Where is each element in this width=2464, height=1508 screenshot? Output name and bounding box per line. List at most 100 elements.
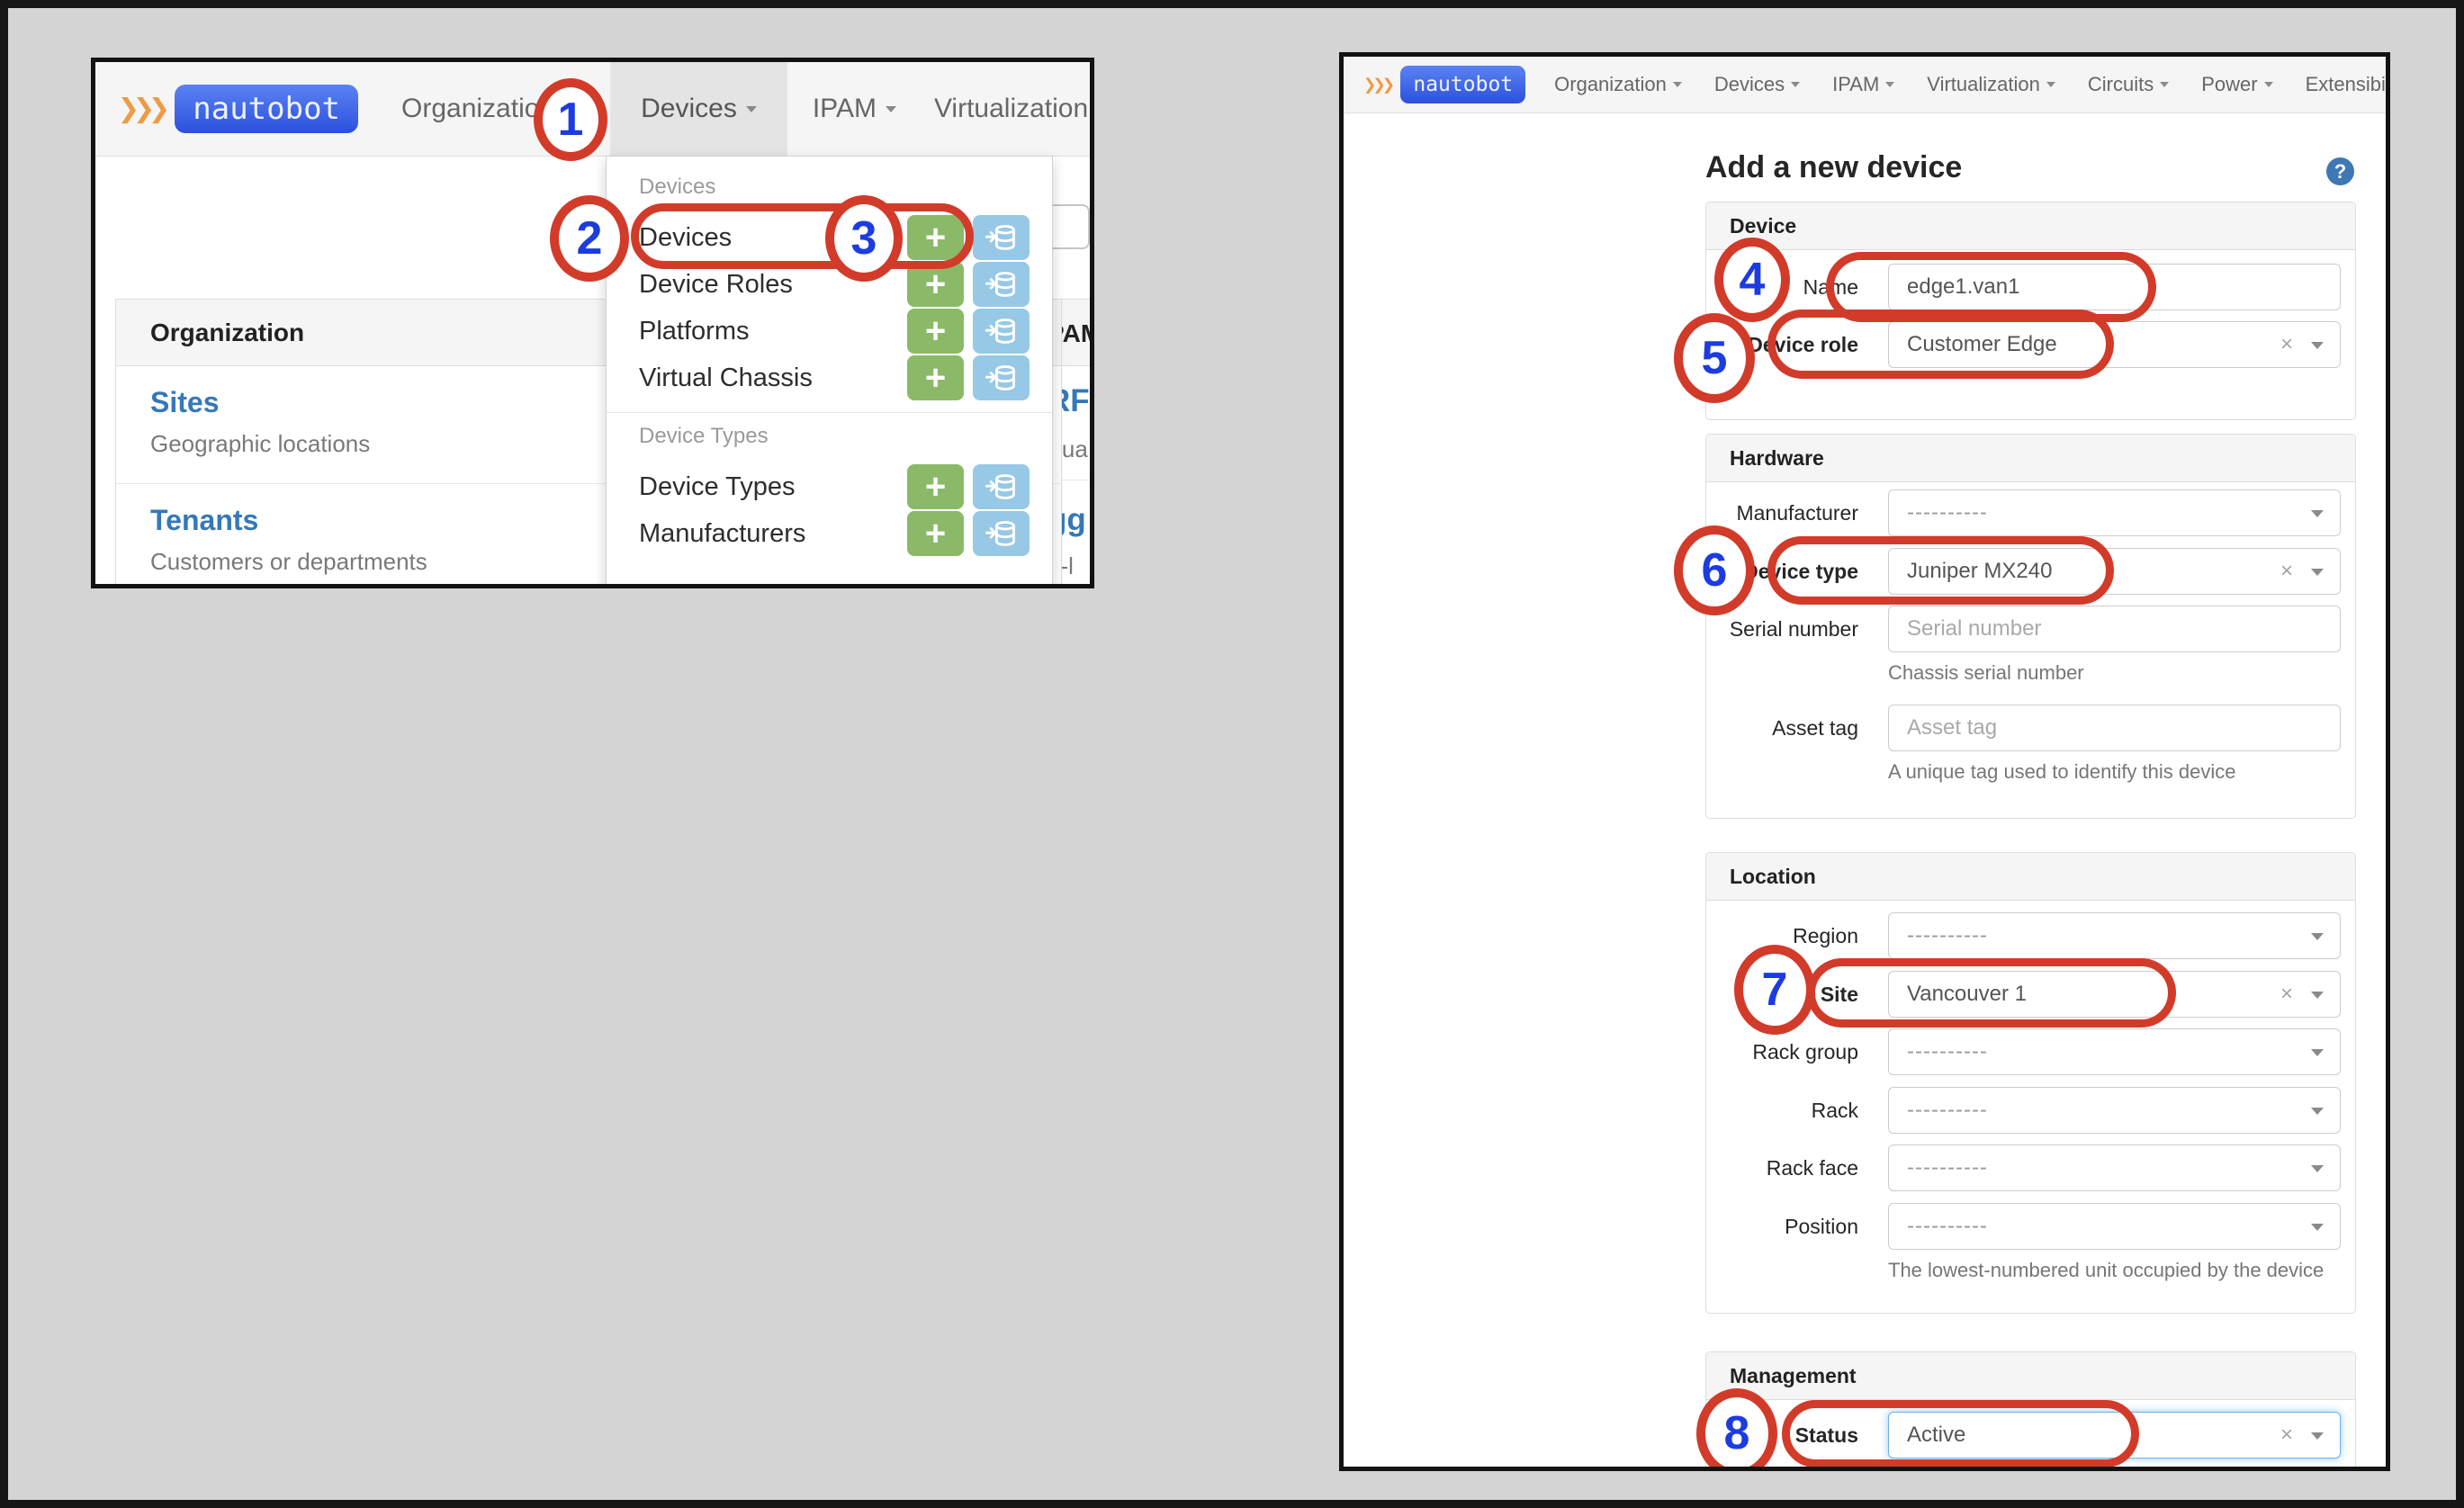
nav-virtualization[interactable]: Virtualization [1927,73,2055,96]
nautobot-logo[interactable]: nautobot [1400,66,1525,103]
select-caret-icon [2311,1432,2324,1440]
position-help: The lowest-numbered unit occupied by the… [1888,1259,2324,1282]
annotation-circle-5: 5 [1674,313,1755,403]
import-button[interactable] [973,262,1030,307]
chevron-down-icon [1791,82,1800,87]
select-caret-icon [2311,1224,2324,1231]
nav-ipam-label: IPAM [813,94,877,124]
select-caret-icon [2311,1049,2324,1056]
nav-ipam[interactable]: IPAM [1832,73,1894,96]
clear-icon[interactable]: × [2280,1424,2293,1446]
nav-label: Organization [1554,73,1667,96]
chevron-down-icon [1673,82,1682,87]
asset-tag-help: A unique tag used to identify this devic… [1888,760,2235,784]
manufacturer-select[interactable]: ---------- [1888,489,2341,536]
select-caret-icon [2311,933,2324,940]
menu-item-manufacturers[interactable]: Manufacturers + [607,510,1052,557]
clear-icon[interactable]: × [2280,334,2293,355]
nav-devices[interactable]: Devices [610,62,787,156]
select-caret-icon [2311,992,2324,999]
annotation-circle-2: 2 [550,195,629,282]
nautobot-menu-window: ❯❯❯ nautobot Organization Devices IPAM V… [91,58,1094,588]
annotation-stadium-device-role [1767,310,2114,379]
manufacturer-value: ---------- [1907,500,1988,525]
menu-item-label: Device Types [639,472,907,502]
nav-label: IPAM [1832,73,1879,96]
nav-extensibility[interactable]: Extensibility [2306,73,2386,96]
import-button[interactable] [973,215,1030,260]
menu-item-label: Platforms [639,317,907,346]
rack-group-select[interactable]: ---------- [1888,1028,2341,1075]
dropdown-section-device-types: Device Types [607,424,1052,463]
nautobot-chevrons-icon: ❯❯❯ [118,88,164,130]
manufacturer-label: Manufacturer [1706,501,1888,525]
nav-organization[interactable]: Organization [1554,73,1682,96]
select-caret-icon [2311,510,2324,517]
nav-ipam[interactable]: IPAM [813,94,896,124]
annotation-circle-1: 1 [534,78,607,161]
annotation-stadium-device-type [1767,536,2114,605]
form-row-asset-tag: Asset tag Asset tag [1706,705,2355,751]
form-row-position: Position ---------- [1706,1203,2355,1250]
import-button[interactable] [973,464,1030,509]
chevron-down-icon [886,106,896,112]
form-row-manufacturer: Manufacturer ---------- [1706,489,2355,536]
nav-virtualization[interactable]: Virtualization [934,94,1090,124]
nav-circuits[interactable]: Circuits [2088,73,2169,96]
annotation-stadium-site [1807,958,2176,1028]
asset-tag-input[interactable]: Asset tag [1888,705,2341,751]
rack-face-select[interactable]: ---------- [1888,1144,2341,1191]
chevron-down-icon [746,106,757,112]
add-button[interactable]: + [907,464,964,509]
menu-item-virtual-chassis[interactable]: Virtual Chassis + [607,355,1052,401]
help-icon[interactable]: ? [2326,157,2354,185]
location-section-header: Location [1706,853,2355,901]
nav-label: Circuits [2088,73,2154,96]
position-label: Position [1706,1215,1888,1238]
right-navbar: ❯❯❯ nautobot Organization Devices IPAM V… [1344,57,2386,113]
import-icon [985,314,1019,348]
nav-power[interactable]: Power [2201,73,2272,96]
region-label: Region [1706,924,1888,947]
form-row-rack-face: Rack face ---------- [1706,1144,2355,1191]
form-row-region: Region ---------- [1706,912,2355,959]
select-caret-icon [2311,342,2324,349]
clear-icon[interactable]: × [2280,561,2293,582]
form-row-serial-number: Serial number Serial number [1706,606,2355,652]
import-icon [985,267,1019,301]
select-caret-icon [2311,1165,2324,1172]
add-button[interactable]: + [907,511,964,556]
annotation-stadium-status [1782,1400,2139,1468]
annotation-circle-7: 7 [1734,945,1815,1035]
chevron-down-icon [1885,82,1894,87]
import-icon [985,516,1019,551]
position-value: ---------- [1907,1214,1988,1239]
position-select[interactable]: ---------- [1888,1203,2341,1250]
region-select[interactable]: ---------- [1888,912,2341,959]
rack-group-value: ---------- [1907,1039,1988,1064]
add-button[interactable]: + [907,309,964,354]
nav-label: Extensibility [2306,73,2386,96]
page-title: Add a new device [1705,150,1962,185]
import-icon [985,220,1019,255]
serial-number-input[interactable]: Serial number [1888,606,2341,652]
add-button[interactable]: + [907,355,964,400]
menu-item-label: Manufacturers [639,519,907,549]
nav-devices[interactable]: Devices [1714,73,1800,96]
nautobot-logo[interactable]: nautobot [175,85,358,133]
tutorial-image: ❯❯❯ nautobot Organization Devices IPAM V… [0,0,2464,1508]
rack-label: Rack [1706,1099,1888,1122]
region-value: ---------- [1907,923,1988,948]
nav-virtualization-label: Virtualization [934,94,1088,124]
menu-item-platforms[interactable]: Platforms + [607,308,1052,355]
import-button[interactable] [973,309,1030,354]
nav-label: Devices [1714,73,1785,96]
serial-number-label: Serial number [1706,617,1888,641]
annotation-circle-8: 8 [1696,1388,1777,1471]
rack-select[interactable]: ---------- [1888,1087,2341,1134]
import-button[interactable] [973,355,1030,400]
select-caret-icon [2311,1108,2324,1115]
menu-item-device-types[interactable]: Device Types + [607,463,1052,510]
import-button[interactable] [973,511,1030,556]
clear-icon[interactable]: × [2280,983,2293,1005]
